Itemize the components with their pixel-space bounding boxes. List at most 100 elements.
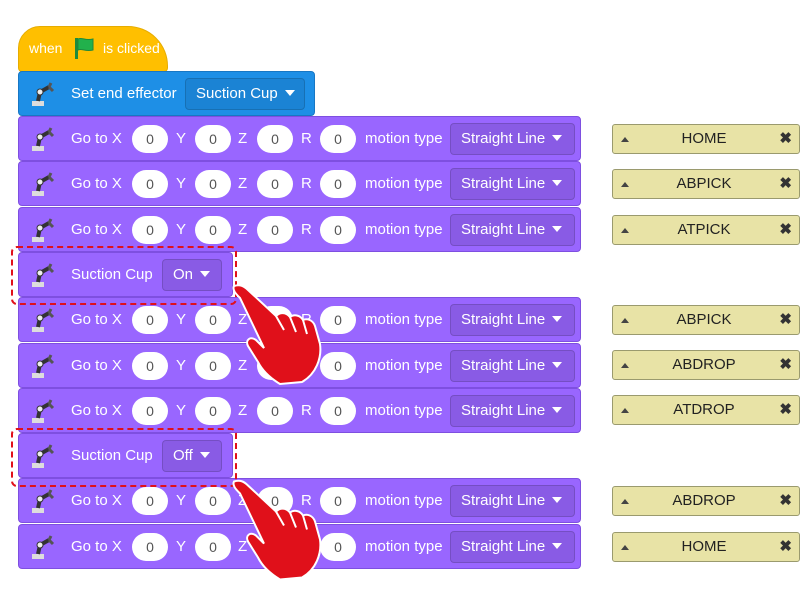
green-flag-icon (75, 37, 94, 59)
x-input[interactable]: 0 (132, 487, 168, 515)
r-label: R (301, 402, 312, 419)
y-input[interactable]: 0 (195, 352, 231, 380)
motion-type-value: Straight Line (461, 492, 546, 509)
close-icon[interactable]: ✖ (779, 220, 792, 238)
caret-up-icon[interactable] (621, 137, 629, 142)
point-tag[interactable]: ABDROP ✖ (612, 350, 800, 380)
r-input[interactable]: 0 (320, 306, 356, 334)
close-icon[interactable]: ✖ (779, 537, 792, 555)
z-label: Z (238, 130, 248, 147)
y-input[interactable]: 0 (195, 216, 231, 244)
close-icon[interactable]: ✖ (779, 129, 792, 147)
x-input[interactable]: 0 (132, 216, 168, 244)
r-input[interactable]: 0 (320, 170, 356, 198)
point-tag-label: ABPICK (676, 175, 732, 192)
y-input[interactable]: 0 (195, 125, 231, 153)
z-input[interactable]: 0 (257, 216, 293, 244)
point-tag-label: ABPICK (676, 311, 732, 328)
hat-clicked-label: is clicked (103, 40, 160, 56)
when-flag-clicked-block[interactable]: when is clicked (18, 26, 168, 72)
r-input[interactable]: 0 (320, 397, 356, 425)
robot-arm-icon (32, 308, 55, 332)
point-tag[interactable]: HOME ✖ (612, 124, 800, 154)
robot-arm-icon (32, 218, 55, 242)
close-icon[interactable]: ✖ (779, 491, 792, 509)
robot-arm-icon (32, 399, 55, 423)
motion-type-dropdown[interactable]: Straight Line (450, 168, 575, 200)
x-input[interactable]: 0 (132, 533, 168, 561)
point-tag[interactable]: ABPICK ✖ (612, 169, 800, 199)
point-tag[interactable]: ABDROP ✖ (612, 486, 800, 516)
motion-type-value: Straight Line (461, 311, 546, 328)
z-input[interactable]: 0 (257, 170, 293, 198)
robot-arm-icon (32, 172, 55, 196)
robot-arm-icon (32, 82, 55, 106)
goto-block[interactable]: Go to X0Y0Z0R0motion typeStraight Line (18, 161, 581, 206)
y-label: Y (176, 130, 187, 147)
r-input[interactable]: 0 (320, 487, 356, 515)
caret-up-icon[interactable] (621, 408, 629, 413)
caret-up-icon[interactable] (621, 545, 629, 550)
motion-type-dropdown[interactable]: Straight Line (450, 531, 575, 563)
z-input[interactable]: 0 (257, 125, 293, 153)
close-icon[interactable]: ✖ (779, 174, 792, 192)
goto-block[interactable]: Go to X0Y0Z0R0motion typeStraight Line (18, 116, 581, 161)
motion-type-label: motion type (365, 221, 443, 238)
caret-up-icon[interactable] (621, 182, 629, 187)
close-icon[interactable]: ✖ (779, 355, 792, 373)
goto-x-label: Go to X (71, 538, 122, 555)
motion-type-label: motion type (365, 130, 443, 147)
motion-type-dropdown[interactable]: Straight Line (450, 485, 575, 517)
y-label: Y (176, 311, 187, 328)
caret-up-icon[interactable] (621, 499, 629, 504)
y-label: Y (176, 492, 187, 509)
caret-up-icon[interactable] (621, 228, 629, 233)
robot-arm-icon (32, 535, 55, 559)
y-label: Y (176, 221, 187, 238)
point-tag[interactable]: ATPICK ✖ (612, 215, 800, 245)
x-input[interactable]: 0 (132, 352, 168, 380)
point-tag-label: HOME (681, 130, 727, 147)
end-effector-dropdown[interactable]: Suction Cup (185, 78, 305, 110)
hat-when-label: when (29, 40, 63, 56)
r-input[interactable]: 0 (320, 352, 356, 380)
r-input[interactable]: 0 (320, 216, 356, 244)
y-input[interactable]: 0 (195, 170, 231, 198)
y-input[interactable]: 0 (195, 487, 231, 515)
chevron-down-icon (552, 135, 563, 141)
motion-type-label: motion type (365, 357, 443, 374)
x-input[interactable]: 0 (132, 397, 168, 425)
x-input[interactable]: 0 (132, 306, 168, 334)
z-input[interactable]: 0 (257, 397, 293, 425)
x-input[interactable]: 0 (132, 125, 168, 153)
y-input[interactable]: 0 (195, 397, 231, 425)
r-input[interactable]: 0 (320, 125, 356, 153)
chevron-down-icon (552, 226, 563, 232)
point-tag-label: ATPICK (677, 221, 731, 238)
chevron-down-icon (552, 407, 563, 413)
r-input[interactable]: 0 (320, 533, 356, 561)
y-label: Y (176, 357, 187, 374)
close-icon[interactable]: ✖ (779, 400, 792, 418)
motion-type-dropdown[interactable]: Straight Line (450, 123, 575, 155)
set-end-effector-block[interactable]: Set end effector Suction Cup (18, 71, 315, 116)
goto-block[interactable]: Go to X0Y0Z0R0motion typeStraight Line (18, 388, 581, 433)
motion-type-dropdown[interactable]: Straight Line (450, 350, 575, 382)
y-input[interactable]: 0 (195, 533, 231, 561)
point-tag[interactable]: ATDROP ✖ (612, 395, 800, 425)
motion-type-label: motion type (365, 311, 443, 328)
y-input[interactable]: 0 (195, 306, 231, 334)
x-input[interactable]: 0 (132, 170, 168, 198)
point-tag[interactable]: ABPICK ✖ (612, 305, 800, 335)
motion-type-label: motion type (365, 402, 443, 419)
motion-type-dropdown[interactable]: Straight Line (450, 395, 575, 427)
caret-up-icon[interactable] (621, 363, 629, 368)
close-icon[interactable]: ✖ (779, 310, 792, 328)
motion-type-label: motion type (365, 538, 443, 555)
end-effector-value: Suction Cup (196, 85, 278, 102)
point-tag[interactable]: HOME ✖ (612, 532, 800, 562)
motion-type-dropdown[interactable]: Straight Line (450, 304, 575, 336)
caret-up-icon[interactable] (621, 318, 629, 323)
motion-type-value: Straight Line (461, 175, 546, 192)
motion-type-dropdown[interactable]: Straight Line (450, 214, 575, 246)
